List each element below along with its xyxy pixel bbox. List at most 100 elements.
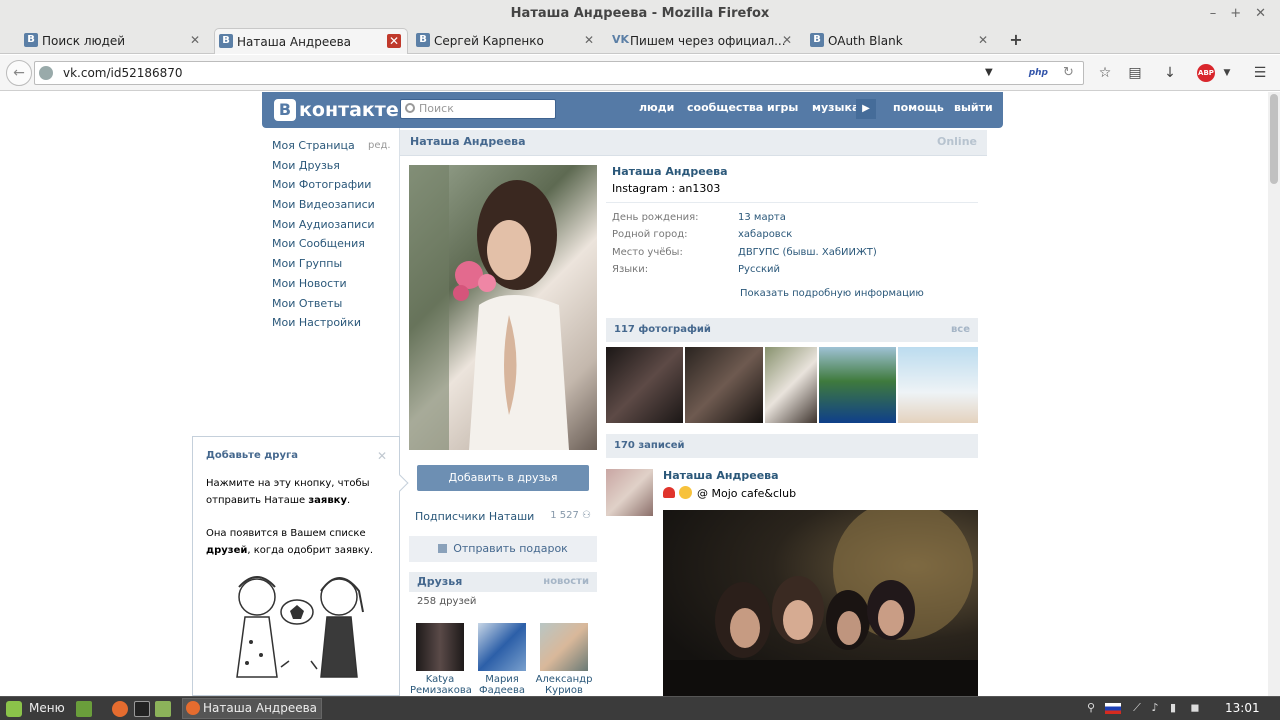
close-tab-icon[interactable]: ✕ (780, 33, 794, 47)
friends-title[interactable]: Друзья (417, 572, 462, 592)
photo-thumbnail[interactable] (898, 347, 978, 423)
menu-settings[interactable]: Мои Настройки (272, 313, 390, 333)
wall-title[interactable]: 170 записей (614, 434, 685, 458)
close-tab-icon[interactable]: ✕ (582, 33, 596, 47)
photo-thumbnail[interactable] (685, 347, 763, 423)
photo-thumbnail[interactable] (606, 347, 683, 423)
firefox-launcher-icon[interactable] (112, 701, 128, 717)
friend-item[interactable]: Александр Куриов (534, 623, 594, 696)
menu-photos[interactable]: Мои Фотографии (272, 175, 390, 195)
tab-sergey[interactable]: B Сергей Карпенко ✕ (412, 28, 602, 54)
battery-icon[interactable]: ▮ (1166, 701, 1180, 715)
clock[interactable]: 13:01 (1225, 697, 1260, 720)
menu-my-page[interactable]: Моя Страница ред. (272, 136, 391, 156)
photos-title[interactable]: 117 фотографий (614, 318, 711, 342)
file-manager-icon[interactable] (155, 701, 171, 717)
friend-photo (540, 623, 588, 671)
adblock-dropdown-icon[interactable]: ▼ (1218, 64, 1236, 82)
taskbar-window-label: Наташа Андреева ... (203, 701, 322, 715)
post-author-avatar[interactable] (606, 469, 653, 516)
start-menu-button[interactable]: Меню (6, 697, 65, 720)
vk-logo-text: контакте (299, 99, 399, 121)
post-photo[interactable] (663, 510, 978, 696)
vk-search-input[interactable]: Поиск (400, 99, 556, 119)
network-icon[interactable]: ⟋ (1130, 701, 1144, 715)
friend-item[interactable]: Мария Фадеева (472, 623, 532, 696)
info-birthday[interactable]: 13 марта (738, 212, 786, 223)
menu-videos[interactable]: Мои Видеозаписи (272, 195, 390, 215)
recorder-icon[interactable]: ◼ (1188, 701, 1202, 715)
info-languages[interactable]: Русский (738, 264, 780, 275)
friend-item[interactable]: Katya Ремизакова (410, 623, 472, 696)
nav-communities[interactable]: сообщества (687, 92, 763, 128)
search-placeholder: Поиск (419, 102, 454, 115)
photo-thumbnail[interactable] (765, 347, 817, 423)
tab-oauth[interactable]: B OAuth Blank ✕ (806, 28, 996, 54)
menu-groups[interactable]: Мои Группы (272, 254, 390, 274)
taskbar-window-firefox[interactable]: Наташа Андреева ... (182, 698, 322, 719)
tab-label: Сергей Карпенко (434, 34, 544, 48)
add-friend-button[interactable]: Добавить в друзья (417, 465, 589, 491)
tab-natasha[interactable]: B Наташа Андреева ✕ (214, 28, 408, 54)
info-label: День рождения: (612, 212, 699, 223)
info-education[interactable]: ДВГУПС (бывш. ХабИИЖТ) (738, 247, 877, 258)
search-icon (405, 103, 415, 113)
edit-link[interactable]: ред. (368, 136, 391, 156)
menu-audio[interactable]: Мои Аудиозаписи (272, 215, 390, 235)
terminal-icon[interactable] (134, 701, 150, 717)
volume-icon[interactable]: ♪ (1148, 701, 1162, 715)
clipboard-icon[interactable]: ▤ (1126, 64, 1144, 82)
url-text: vk.com/id52186870 (63, 66, 183, 80)
photo-thumbnail[interactable] (819, 347, 896, 423)
send-gift-button[interactable]: Отправить подарок (409, 536, 597, 562)
maximize-icon[interactable]: + (1230, 0, 1241, 28)
reload-icon[interactable]: ↻ (1063, 62, 1074, 84)
close-popup-icon[interactable]: ✕ (377, 449, 387, 463)
info-hometown[interactable]: хабаровск (738, 229, 792, 240)
menu-messages[interactable]: Мои Сообщения (272, 234, 390, 254)
url-history-dropdown-icon[interactable]: ▼ (985, 62, 993, 84)
user-icon[interactable]: ⚲ (1084, 701, 1098, 715)
nav-music[interactable]: музыка (812, 92, 859, 128)
nav-logout[interactable]: выйти (954, 92, 993, 128)
keyboard-layout-flag-icon[interactable] (1105, 703, 1121, 714)
download-icon[interactable]: ↓ (1161, 64, 1179, 82)
show-more-info-link[interactable]: Показать подробную информацию (740, 288, 924, 299)
window-controls: – + ✕ (1210, 0, 1266, 28)
friends-news-link[interactable]: новости (543, 572, 589, 592)
new-tab-icon[interactable]: + (1008, 32, 1024, 48)
nav-people[interactable]: люди (639, 92, 674, 128)
nav-help[interactable]: помощь (893, 92, 944, 128)
firefox-icon (186, 701, 200, 715)
close-tab-icon[interactable]: ✕ (188, 33, 202, 47)
subscribers-link[interactable]: Подписчики Наташи 1 527 ⚇ (415, 510, 591, 523)
nav-games[interactable]: игры (767, 92, 798, 128)
show-desktop-icon[interactable] (76, 701, 92, 717)
vk-header: В контакте Поиск люди сообщества игры му… (262, 92, 1003, 128)
adblock-icon[interactable]: ABP (1197, 64, 1215, 82)
close-window-icon[interactable]: ✕ (1255, 0, 1266, 28)
close-tab-icon[interactable]: ✕ (976, 33, 990, 47)
bookmark-star-icon[interactable]: ☆ (1096, 64, 1114, 82)
url-bar[interactable]: vk.com/id52186870 ▼ php ↻ (34, 61, 1084, 85)
php-addon-icon[interactable]: php (1000, 64, 1048, 82)
profile-avatar[interactable] (409, 165, 597, 450)
menu-news[interactable]: Мои Новости (272, 274, 390, 294)
vk-logo[interactable]: В контакте (274, 98, 399, 122)
minimize-icon[interactable]: – (1210, 0, 1217, 28)
menu-friends[interactable]: Мои Друзья (272, 156, 390, 176)
vk-logo-icon: В (274, 99, 296, 121)
menu-answers[interactable]: Мои Ответы (272, 294, 390, 314)
post-author-name[interactable]: Наташа Андреева (663, 469, 779, 482)
tab-people-search[interactable]: B Поиск людей ✕ (20, 28, 208, 54)
scrollbar-thumb[interactable] (1270, 94, 1278, 184)
play-icon[interactable]: ▶ (856, 99, 876, 119)
hamburger-menu-icon[interactable]: ☰ (1251, 64, 1269, 82)
vk-favicon-icon: B (416, 33, 430, 47)
post-text-content: @ Mojo cafe&club (697, 487, 797, 500)
back-arrow-icon[interactable]: ← (6, 60, 32, 86)
mint-logo-icon (6, 700, 22, 717)
photos-all-link[interactable]: все (951, 318, 970, 342)
close-tab-icon[interactable]: ✕ (387, 34, 401, 48)
tab-official[interactable]: VK Пишем через официал... ✕ (608, 28, 800, 54)
